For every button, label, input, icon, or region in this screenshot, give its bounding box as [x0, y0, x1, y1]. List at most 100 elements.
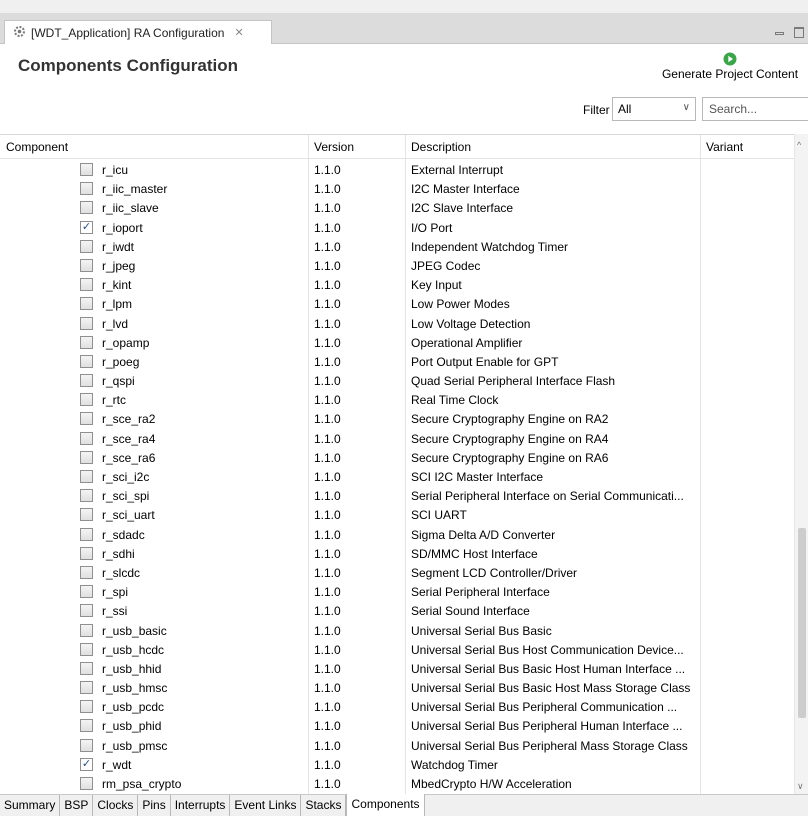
- component-checkbox[interactable]: [80, 546, 93, 560]
- table-row[interactable]: r_usb_hhid 1.1.0 Universal Serial Bus Basi…: [0, 659, 794, 678]
- table-row[interactable]: r_usb_hmsc 1.1.0 Universal Serial Bus Basi…: [0, 678, 794, 697]
- component-checkbox[interactable]: ✓: [80, 757, 93, 771]
- filter-select[interactable]: All ∨: [612, 97, 696, 121]
- table-row[interactable]: r_sci_uart 1.1.0 SCI UART: [0, 505, 794, 524]
- component-checkbox[interactable]: [80, 354, 93, 368]
- table-row[interactable]: r_sci_spi 1.1.0 Serial Peripheral Interfac…: [0, 486, 794, 505]
- column-header-component[interactable]: Component: [6, 140, 68, 154]
- table-row[interactable]: r_qspi 1.1.0 Quad Serial Peripheral Interf…: [0, 371, 794, 390]
- component-checkbox[interactable]: [80, 642, 93, 656]
- component-checkbox[interactable]: [80, 450, 93, 464]
- table-row[interactable]: r_usb_phid 1.1.0 Universal Serial Bus Peri…: [0, 716, 794, 735]
- component-checkbox[interactable]: [80, 623, 93, 637]
- component-version: 1.1.0: [314, 335, 341, 350]
- column-header-version[interactable]: Version: [314, 140, 354, 154]
- table-row[interactable]: r_jpeg 1.1.0 JPEG Codec: [0, 256, 794, 275]
- component-checkbox[interactable]: [80, 470, 93, 483]
- table-row[interactable]: r_usb_hcdc 1.1.0 Universal Serial Bus Host…: [0, 640, 794, 659]
- table-row[interactable]: rm_psa_crypto 1.1.0 MbedCrypto H/W Acceler…: [0, 774, 794, 793]
- component-checkbox[interactable]: [80, 201, 93, 215]
- component-version: 1.1.0: [314, 661, 341, 676]
- table-row[interactable]: r_lvd 1.1.0 Low Voltage Detection: [0, 314, 794, 333]
- table-row[interactable]: r_iic_master 1.1.0 I2C Master Interface: [0, 179, 794, 198]
- component-checkbox[interactable]: [80, 489, 93, 503]
- table-row[interactable]: r_usb_basic 1.1.0 Universal Serial Bus Bas…: [0, 621, 794, 640]
- table-row[interactable]: r_iic_slave 1.1.0 I2C Slave Interface: [0, 198, 794, 217]
- tab-interrupts[interactable]: Interrupts: [171, 795, 231, 816]
- component-checkbox[interactable]: [80, 681, 93, 695]
- component-checkbox[interactable]: [80, 278, 93, 292]
- tab-clocks[interactable]: Clocks: [93, 795, 139, 816]
- component-checkbox[interactable]: ✓: [80, 220, 93, 234]
- filter-label: Filter: [583, 103, 610, 117]
- table-row[interactable]: r_icu 1.1.0 External Interrupt: [0, 160, 794, 179]
- table-row[interactable]: r_kint 1.1.0 Key Input: [0, 275, 794, 294]
- component-checkbox[interactable]: [80, 374, 93, 388]
- components-table: Component Version Description Variant r_…: [0, 134, 794, 794]
- maximize-icon[interactable]: [794, 27, 804, 38]
- scroll-up-icon[interactable]: ^: [797, 140, 801, 150]
- component-description: Quad Serial Peripheral Interface Flash: [411, 374, 616, 389]
- table-row[interactable]: r_rtc 1.1.0 Real Time Clock: [0, 390, 794, 409]
- component-checkbox[interactable]: [80, 297, 93, 311]
- component-checkbox[interactable]: [80, 239, 93, 253]
- table-row[interactable]: r_lpm 1.1.0 Low Power Modes: [0, 294, 794, 313]
- table-row[interactable]: r_slcdc 1.1.0 Segment LCD Controller/Drive…: [0, 563, 794, 582]
- scroll-down-icon[interactable]: ∨: [797, 781, 804, 792]
- component-checkbox[interactable]: [80, 565, 93, 579]
- component-checkbox[interactable]: [80, 258, 93, 272]
- component-checkbox[interactable]: [80, 777, 93, 790]
- table-row[interactable]: r_spi 1.1.0 Serial Peripheral Interface: [0, 582, 794, 601]
- editor-tab[interactable]: [WDT_Application] RA Configuration ✕: [4, 20, 272, 44]
- tab-pins[interactable]: Pins: [138, 795, 171, 816]
- table-row[interactable]: r_sce_ra2 1.1.0 Secure Cryptography Engine…: [0, 409, 794, 428]
- table-row[interactable]: r_sce_ra6 1.1.0 Secure Cryptography Engine…: [0, 448, 794, 467]
- table-row[interactable]: r_iwdt 1.1.0 Independent Watchdog Timer: [0, 237, 794, 256]
- column-header-description[interactable]: Description: [411, 140, 471, 154]
- tab-components[interactable]: Components: [346, 794, 425, 816]
- table-row[interactable]: ✓ r_ioport 1.1.0 I/O Port: [0, 218, 794, 237]
- component-description: JPEG Codec: [411, 258, 481, 273]
- component-checkbox[interactable]: [80, 700, 93, 714]
- scrollbar-thumb[interactable]: [798, 528, 806, 718]
- component-checkbox[interactable]: [80, 316, 93, 330]
- tab-stacks[interactable]: Stacks: [301, 795, 347, 816]
- component-checkbox[interactable]: [80, 163, 93, 176]
- table-row[interactable]: r_sce_ra4 1.1.0 Secure Cryptography Engine…: [0, 429, 794, 448]
- table-row[interactable]: r_ssi 1.1.0 Serial Sound Interface: [0, 601, 794, 620]
- component-checkbox[interactable]: [80, 738, 93, 752]
- component-name: r_sdadc: [102, 527, 145, 542]
- tab-summary[interactable]: Summary: [0, 795, 61, 816]
- tab-bsp[interactable]: BSP: [60, 795, 94, 816]
- component-checkbox[interactable]: [80, 508, 93, 522]
- column-header-variant[interactable]: Variant: [706, 140, 743, 154]
- table-row[interactable]: r_sci_i2c 1.1.0 SCI I2C Master Interface: [0, 467, 794, 486]
- table-row[interactable]: ✓ r_wdt 1.1.0 Watchdog Timer: [0, 755, 794, 774]
- component-name: r_sci_i2c: [102, 470, 150, 484]
- search-input[interactable]: [702, 97, 808, 121]
- vertical-scrollbar[interactable]: ^ ∨: [794, 134, 808, 794]
- tab-event-links[interactable]: Event Links: [230, 795, 302, 816]
- close-icon[interactable]: ✕: [234, 26, 243, 39]
- table-row[interactable]: r_usb_pcdc 1.1.0 Universal Serial Bus Peri…: [0, 697, 794, 716]
- table-row[interactable]: r_sdadc 1.1.0 Sigma Delta A/D Converter: [0, 525, 794, 544]
- component-checkbox[interactable]: [80, 182, 93, 196]
- generate-project-content-button[interactable]: Generate Project Content: [652, 52, 808, 88]
- table-row[interactable]: r_poeg 1.1.0 Port Output Enable for GPT: [0, 352, 794, 371]
- component-checkbox[interactable]: [80, 393, 93, 407]
- component-name: r_sdhi: [102, 546, 135, 561]
- component-checkbox[interactable]: [80, 585, 93, 599]
- component-version: 1.1.0: [314, 431, 341, 446]
- table-row[interactable]: r_sdhi 1.1.0 SD/MMC Host Interface: [0, 544, 794, 563]
- component-checkbox[interactable]: [80, 719, 93, 733]
- component-checkbox[interactable]: [80, 527, 93, 541]
- component-checkbox[interactable]: [80, 661, 93, 675]
- table-row[interactable]: r_usb_pmsc 1.1.0 Universal Serial Bus Peri…: [0, 736, 794, 755]
- component-checkbox[interactable]: [80, 604, 93, 618]
- component-checkbox[interactable]: [80, 412, 93, 426]
- component-version: 1.1.0: [314, 719, 341, 734]
- component-checkbox[interactable]: [80, 335, 93, 349]
- component-checkbox[interactable]: [80, 431, 93, 445]
- minimize-icon[interactable]: [775, 32, 784, 35]
- table-row[interactable]: r_opamp 1.1.0 Operational Amplifier: [0, 333, 794, 352]
